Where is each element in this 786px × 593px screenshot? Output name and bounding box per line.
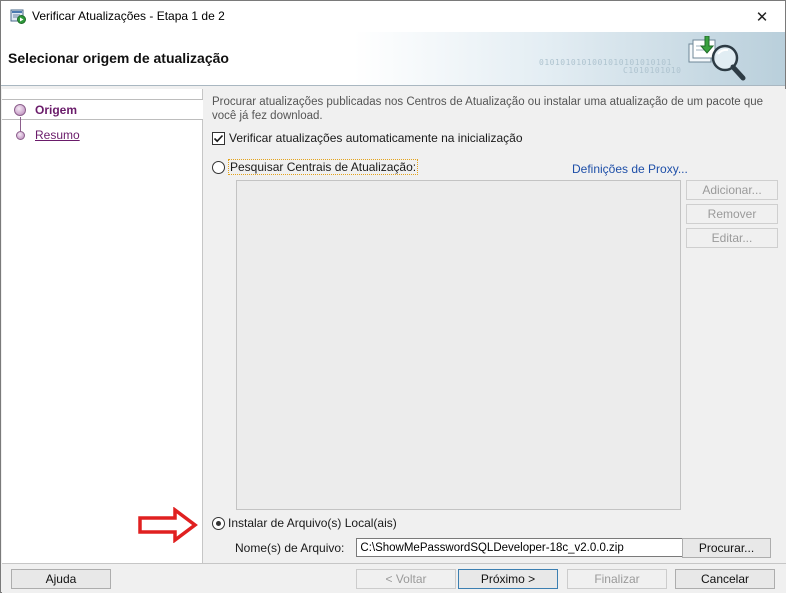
browse-button[interactable]: Procurar... xyxy=(682,538,771,558)
step-origem[interactable]: Origem xyxy=(2,99,203,120)
finish-button[interactable]: Finalizar xyxy=(567,569,667,589)
step-resumo[interactable]: Resumo xyxy=(2,125,203,146)
file-name-row: Nome(s) de Arquivo: xyxy=(235,538,691,557)
add-center-button[interactable]: Adicionar... xyxy=(686,180,778,200)
local-install-label: Instalar de Arquivo(s) Local(ais) xyxy=(228,516,397,530)
title-bar: Verificar Atualizações - Etapa 1 de 2 ✕ xyxy=(1,1,785,32)
auto-check-label: Verificar atualizações automaticamente n… xyxy=(229,131,523,145)
steps-panel: Origem Resumo xyxy=(2,89,203,563)
back-button[interactable]: < Voltar xyxy=(356,569,456,589)
page-title: Selecionar origem de atualização xyxy=(8,50,229,66)
file-name-label: Nome(s) de Arquivo: xyxy=(235,540,345,555)
auto-check-row[interactable]: Verificar atualizações automaticamente n… xyxy=(212,131,523,145)
red-arrow-annotation-icon xyxy=(138,507,198,543)
local-install-option[interactable]: Instalar de Arquivo(s) Local(ais) xyxy=(212,516,397,530)
remove-center-button[interactable]: Remover xyxy=(686,204,778,224)
update-wizard-window: Verificar Atualizações - Etapa 1 de 2 ✕ … xyxy=(0,0,786,593)
local-install-radio[interactable] xyxy=(212,516,225,530)
wizard-header: Selecionar origem de atualização 0101010… xyxy=(1,32,785,86)
close-icon: ✕ xyxy=(755,8,769,26)
search-centers-label: Pesquisar Centrais de Atualização: xyxy=(228,159,419,175)
close-button[interactable]: ✕ xyxy=(739,1,785,32)
update-magnifier-icon xyxy=(688,36,746,81)
footer-bar: Ajuda < Voltar Próximo > Finalizar Cance… xyxy=(2,563,786,593)
edit-center-button[interactable]: Editar... xyxy=(686,228,778,248)
checkmark-icon xyxy=(213,134,224,142)
update-centers-list[interactable] xyxy=(236,180,681,510)
proxy-settings-link[interactable]: Definições de Proxy... xyxy=(572,162,688,176)
file-name-input[interactable] xyxy=(356,538,691,557)
header-binary-decoration-2: C1010101010 xyxy=(623,66,682,75)
next-button[interactable]: Próximo > xyxy=(458,569,558,589)
cancel-button[interactable]: Cancelar xyxy=(675,569,775,589)
step-label-resumo: Resumo xyxy=(35,128,80,142)
step-label-origem: Origem xyxy=(35,103,78,117)
auto-check-checkbox[interactable] xyxy=(212,131,225,145)
content-panel: Procurar atualizações publicadas nos Cen… xyxy=(204,89,786,563)
description-text: Procurar atualizações publicadas nos Cen… xyxy=(212,96,764,122)
search-centers-option[interactable]: Pesquisar Centrais de Atualização: xyxy=(212,159,419,175)
help-button[interactable]: Ajuda xyxy=(11,569,111,589)
app-icon xyxy=(10,9,26,24)
step-active-icon xyxy=(14,104,26,116)
step-pending-icon xyxy=(16,131,25,140)
window-title: Verificar Atualizações - Etapa 1 de 2 xyxy=(32,9,225,23)
search-centers-radio[interactable] xyxy=(212,160,225,174)
